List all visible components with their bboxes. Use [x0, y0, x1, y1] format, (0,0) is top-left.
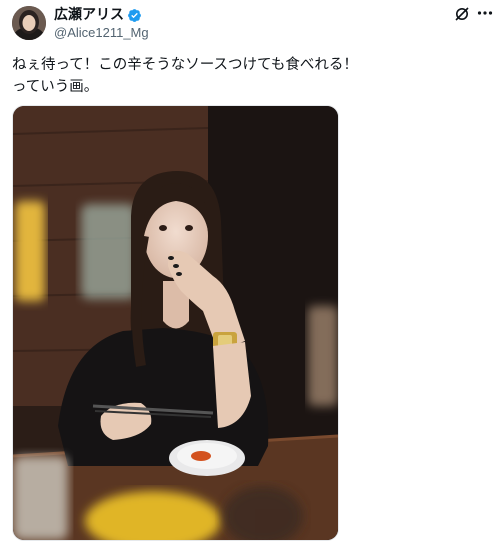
- author-name[interactable]: 広瀬アリス: [54, 6, 124, 24]
- photo-image: [13, 106, 338, 540]
- author-handle[interactable]: @Alice1211_Mg: [54, 25, 149, 41]
- grok-icon[interactable]: [454, 6, 470, 22]
- tweet-text: ねぇ待って！この辛そうなソースつけても食べれる！ っていう画。: [12, 54, 482, 98]
- more-options-icon[interactable]: [476, 4, 494, 22]
- avatar[interactable]: [12, 6, 46, 40]
- tweet-text-line: ねぇ待って！この辛そうなソースつけても食べれる！: [12, 57, 358, 73]
- tweet-photo[interactable]: [12, 105, 339, 541]
- tweet-text-line: っていう画。: [12, 79, 99, 95]
- author-name-row: 広瀬アリス: [54, 6, 142, 24]
- verified-badge-icon: [128, 8, 141, 22]
